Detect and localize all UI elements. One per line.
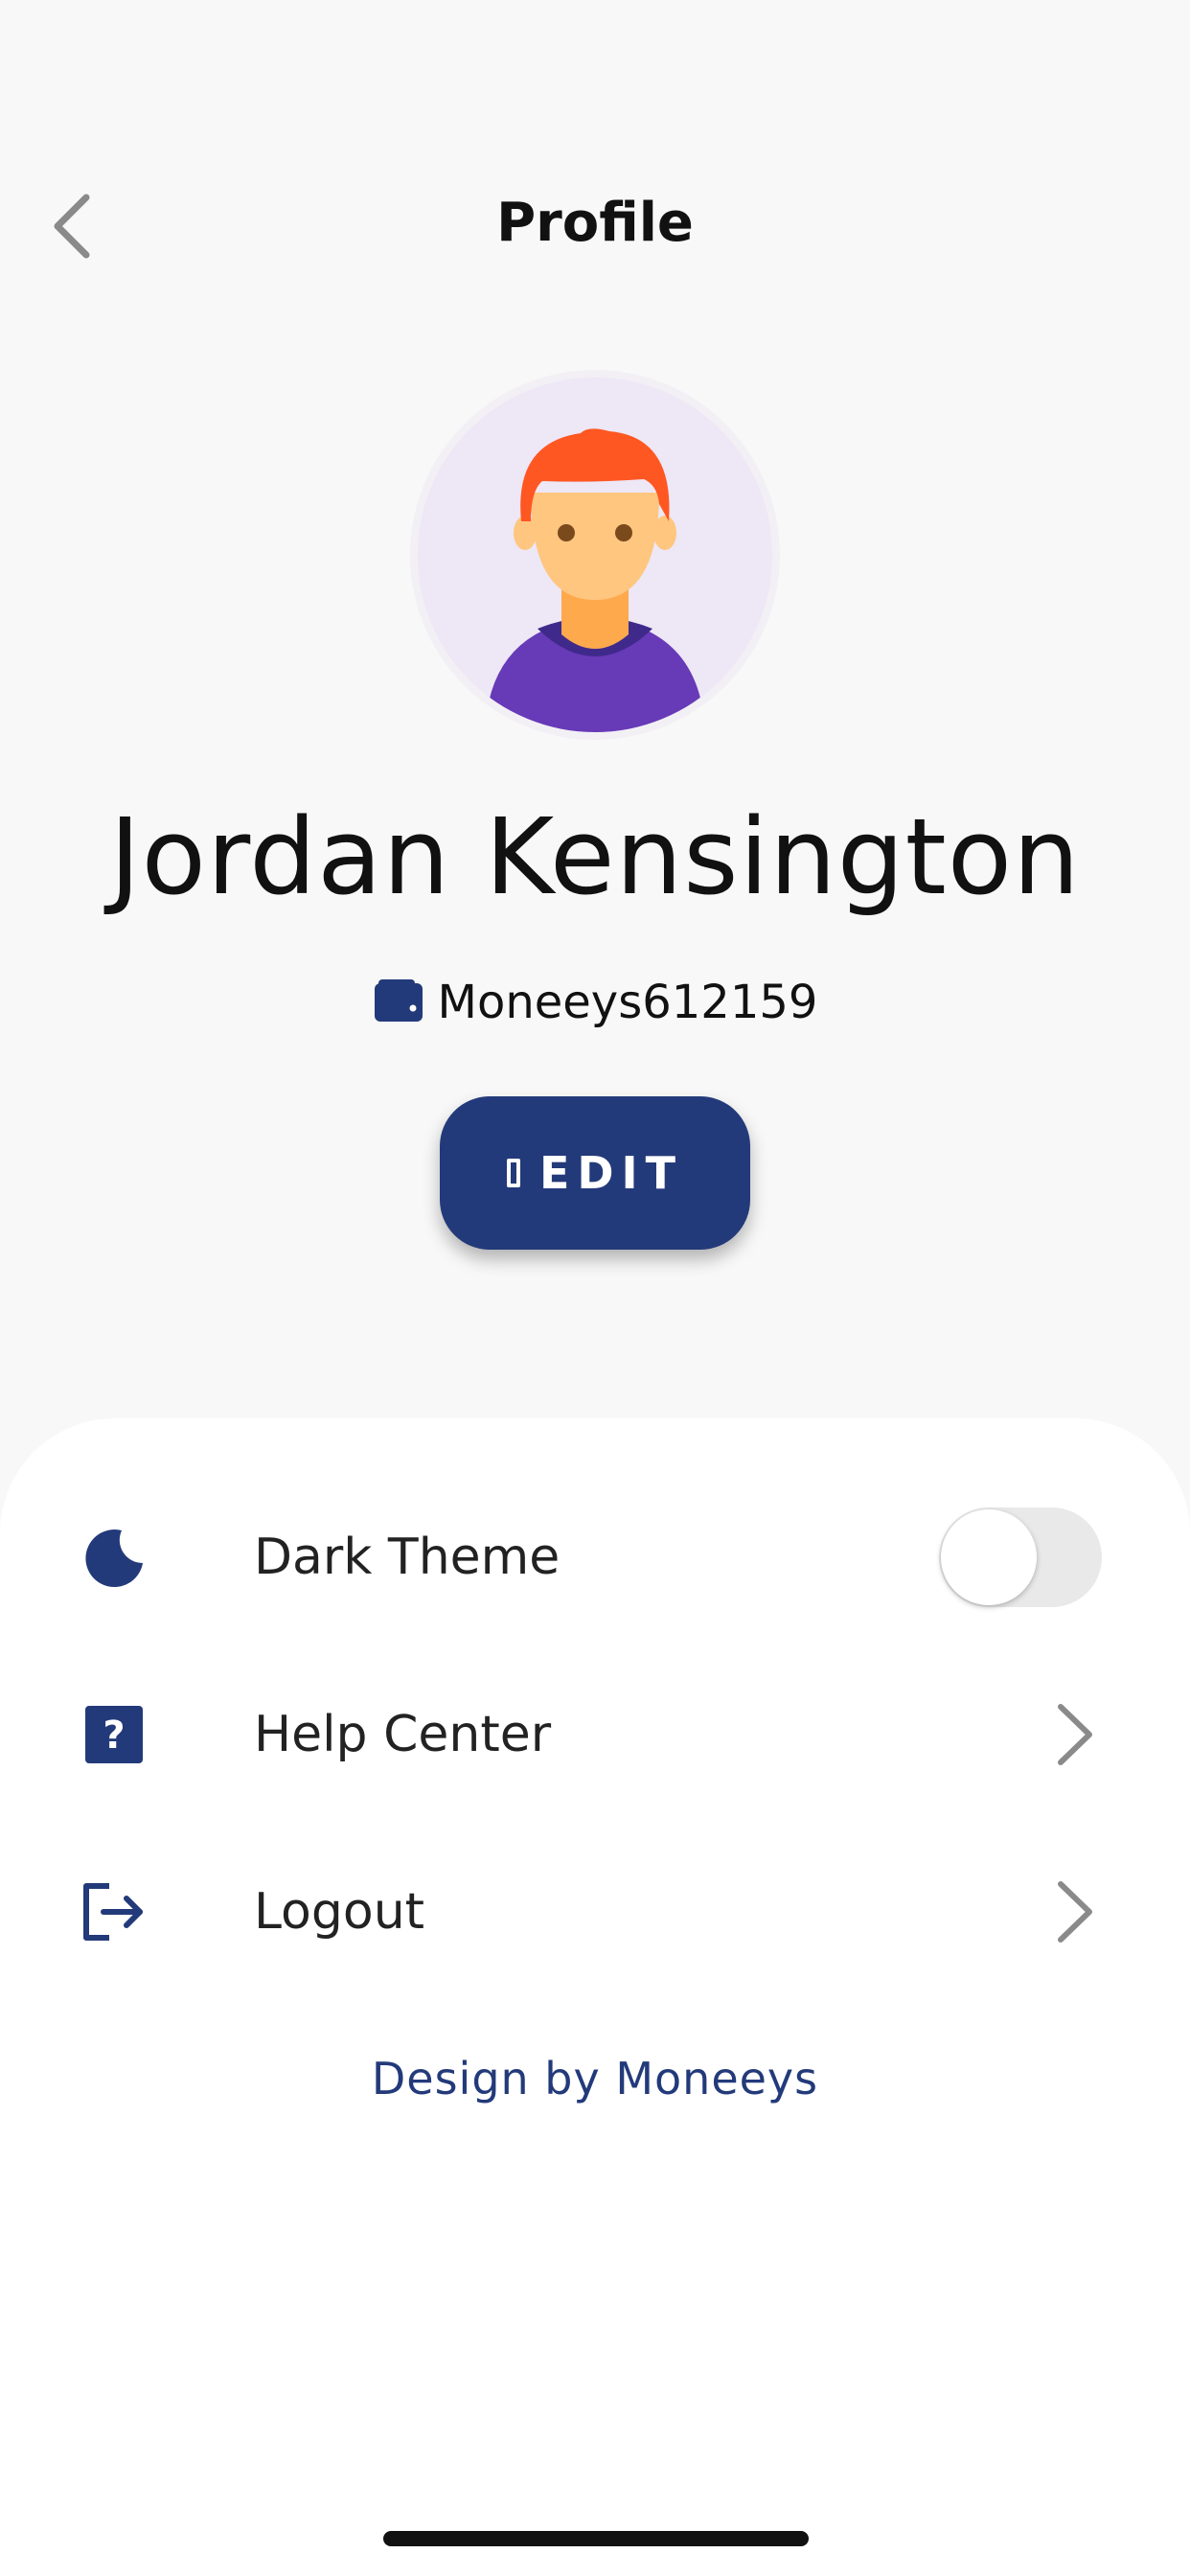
user-avatar-illustration bbox=[418, 378, 772, 732]
moon-icon bbox=[80, 1524, 148, 1591]
chevron-right-icon bbox=[1052, 1696, 1100, 1773]
help-icon: ? bbox=[80, 1701, 148, 1768]
profile-screen: Profile Jordan Kensington Moneeys612159 … bbox=[0, 0, 1190, 2576]
wallet-id: Moneeys612159 bbox=[437, 976, 818, 1029]
user-name: Jordan Kensington bbox=[109, 795, 1081, 918]
setting-label-help-center: Help Center bbox=[254, 1706, 552, 1763]
settings-sheet: Dark Theme ? Help Center Logout bbox=[0, 1418, 1190, 2576]
edit-button-label: EDIT bbox=[538, 1147, 684, 1199]
setting-label-logout: Logout bbox=[254, 1883, 425, 1941]
logout-icon bbox=[80, 1878, 148, 1945]
wallet-id-row: Moneeys612159 bbox=[0, 976, 1190, 1029]
dark-theme-toggle[interactable] bbox=[939, 1507, 1102, 1607]
setting-row-help-center[interactable]: ? Help Center bbox=[0, 1663, 1190, 1806]
toggle-knob bbox=[941, 1509, 1037, 1605]
setting-row-logout[interactable]: Logout bbox=[0, 1840, 1190, 1984]
page-title: Profile bbox=[496, 192, 694, 254]
design-credit: Design by Moneeys bbox=[371, 2053, 819, 2104]
avatar bbox=[410, 370, 780, 740]
svg-text:?: ? bbox=[103, 1714, 125, 1758]
home-indicator bbox=[383, 2531, 809, 2546]
setting-label-dark-theme: Dark Theme bbox=[254, 1529, 561, 1586]
edit-profile-button[interactable]: EDIT bbox=[440, 1096, 750, 1250]
setting-row-dark-theme[interactable]: Dark Theme bbox=[0, 1485, 1190, 1629]
edit-icon bbox=[506, 1159, 520, 1187]
wallet-icon bbox=[373, 978, 424, 1028]
chevron-right-icon bbox=[1052, 1874, 1100, 1950]
